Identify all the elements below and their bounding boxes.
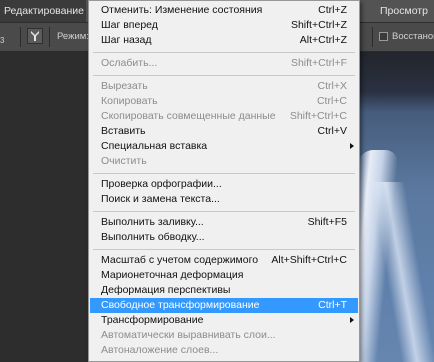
menu-item-puppet-warp[interactable]: Марионеточная деформация	[90, 268, 358, 283]
menu-item-cut[interactable]: Вырезать Ctrl+X	[90, 79, 358, 94]
menu-item-shortcut: Ctrl+C	[316, 95, 347, 107]
submenu-arrow-icon	[350, 143, 354, 149]
menu-item-shortcut: Shift+F5	[307, 216, 347, 228]
restore-label: Восстанови	[392, 31, 434, 42]
menu-item-label: Очистить	[101, 155, 147, 167]
menu-item-label: Шаг вперед	[101, 19, 158, 31]
menu-item-shortcut: Ctrl+X	[317, 80, 347, 92]
menu-item-find-replace[interactable]: Поиск и замена текста...	[90, 192, 358, 207]
menu-view[interactable]: Просмотр	[372, 0, 434, 22]
menu-item-shortcut: Alt+Ctrl+Z	[299, 34, 347, 46]
menu-item-undo[interactable]: Отменить: Изменение состояния Ctrl+Z	[90, 3, 358, 18]
restore-checkbox[interactable]	[379, 32, 388, 41]
menu-item-transform[interactable]: Трансформирование	[90, 313, 358, 328]
menu-item-auto-align-layers[interactable]: Автоматически выравнивать слои...	[90, 328, 358, 343]
options-divider	[20, 27, 21, 47]
menu-item-content-aware-scale[interactable]: Масштаб с учетом содержимого Alt+Shift+C…	[90, 253, 358, 268]
menu-item-shortcut: Ctrl+Z	[318, 4, 347, 16]
menu-item-perspective-warp[interactable]: Деформация перспективы	[90, 283, 358, 298]
menu-edit[interactable]: Редактирование	[0, 0, 86, 22]
edit-menu-dropdown: Отменить: Изменение состояния Ctrl+Z Шаг…	[88, 0, 360, 362]
menu-item-label: Копировать	[101, 95, 158, 107]
menu-item-shortcut: Shift+Ctrl+C	[289, 110, 347, 122]
menu-item-shortcut: Ctrl+T	[318, 299, 347, 311]
menu-separator	[93, 75, 355, 76]
menu-item-shortcut: Ctrl+V	[317, 125, 347, 137]
menu-item-label: Автоналожение слоев...	[101, 344, 219, 356]
menu-item-fill[interactable]: Выполнить заливку... Shift+F5	[90, 215, 358, 230]
menu-item-label: Деформация перспективы	[101, 284, 231, 296]
mode-label: Режим:	[57, 31, 89, 42]
menu-separator	[93, 173, 355, 174]
menu-item-label: Проверка орфографии...	[101, 178, 222, 190]
menu-item-clear[interactable]: Очистить	[90, 154, 358, 169]
brush-preset-button[interactable]	[27, 28, 43, 44]
menu-item-label: Выполнить заливку...	[101, 216, 204, 228]
menu-item-auto-blend-layers[interactable]: Автоналожение слоев...	[90, 343, 358, 358]
menu-item-fade[interactable]: Ослабить... Shift+Ctrl+F	[90, 56, 358, 71]
menu-item-step-forward[interactable]: Шаг вперед Shift+Ctrl+Z	[90, 18, 358, 33]
menu-separator	[93, 52, 355, 53]
menu-item-shortcut: Shift+Ctrl+F	[290, 57, 347, 69]
brush-size-value: 3	[0, 36, 5, 45]
menu-item-copy-merged[interactable]: Скопировать совмещенные данные Shift+Ctr…	[90, 109, 358, 124]
menu-item-stroke[interactable]: Выполнить обводку...	[90, 230, 358, 245]
menu-item-label: Шаг назад	[101, 34, 152, 46]
menu-item-paste-special[interactable]: Специальная вставка	[90, 139, 358, 154]
menu-item-label: Скопировать совмещенные данные	[101, 110, 276, 122]
menu-item-shortcut: Shift+Ctrl+Z	[290, 19, 347, 31]
menu-item-label: Выполнить обводку...	[101, 231, 205, 243]
menu-item-label: Автоматически выравнивать слои...	[101, 329, 276, 341]
menu-item-step-backward[interactable]: Шаг назад Alt+Ctrl+Z	[90, 33, 358, 48]
menu-item-label: Поиск и замена текста...	[101, 193, 220, 205]
menu-item-copy[interactable]: Копировать Ctrl+C	[90, 94, 358, 109]
menu-item-label: Специальная вставка	[101, 140, 208, 152]
menu-separator	[93, 211, 355, 212]
menu-item-label: Вставить	[101, 125, 146, 137]
brush-icon	[31, 31, 39, 41]
menu-item-label: Свободное трансформирование	[101, 299, 260, 311]
options-divider	[49, 27, 50, 47]
options-divider	[372, 27, 373, 47]
menu-item-label: Ослабить...	[101, 57, 158, 69]
menu-item-label: Трансформирование	[101, 314, 204, 326]
menu-item-shortcut: Alt+Shift+Ctrl+C	[271, 254, 347, 266]
submenu-arrow-icon	[350, 317, 354, 323]
menu-item-free-transform[interactable]: Свободное трансформирование Ctrl+T	[90, 298, 358, 313]
menu-item-paste[interactable]: Вставить Ctrl+V	[90, 124, 358, 139]
menu-item-label: Марионеточная деформация	[101, 269, 244, 281]
menu-item-label: Масштаб с учетом содержимого	[101, 254, 259, 266]
menu-item-label: Отменить: Изменение состояния	[101, 4, 263, 16]
menu-separator	[93, 249, 355, 250]
menu-item-label: Вырезать	[101, 80, 148, 92]
menu-item-spell-check[interactable]: Проверка орфографии...	[90, 177, 358, 192]
